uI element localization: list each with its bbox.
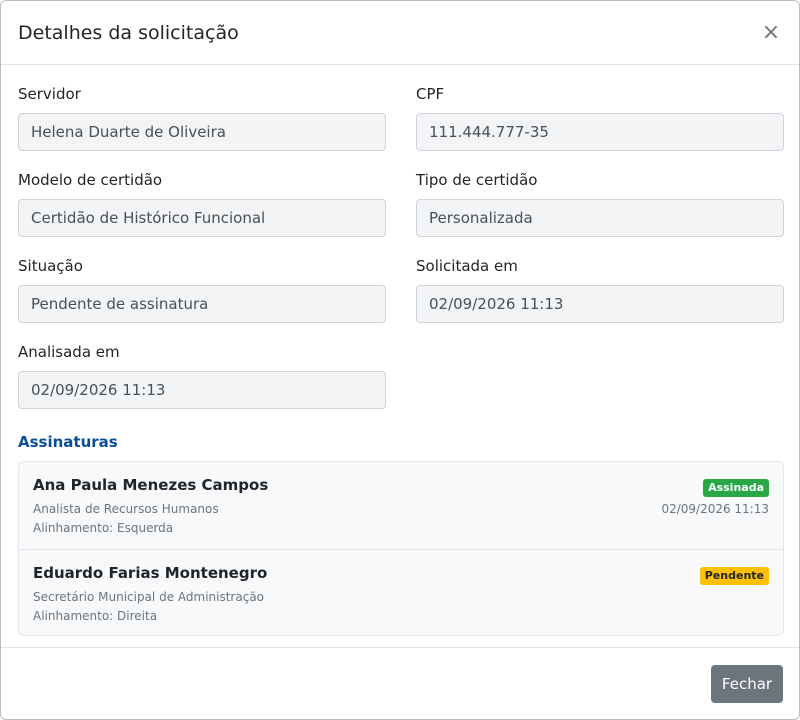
signatures-heading: Assinaturas: [18, 433, 118, 451]
status-badge: Assinada: [703, 479, 769, 497]
signer-name: Eduardo Farias Montenegro: [33, 564, 268, 582]
analisada-field[interactable]: [18, 371, 386, 409]
signatures-list: Ana Paula Menezes Campos Analista de Rec…: [18, 461, 784, 636]
modelo-label: Modelo de certidão: [18, 171, 163, 189]
analisada-label: Analisada em: [18, 343, 120, 361]
signer-name: Ana Paula Menezes Campos: [33, 476, 269, 494]
signature-item: Eduardo Farias Montenegro Secretário Mun…: [19, 549, 783, 635]
request-details-modal: Detalhes da solicitação × Servidor CPF M…: [0, 0, 800, 720]
cpf-label: CPF: [416, 85, 445, 103]
modal-body: Servidor CPF Modelo de certidão Tipo de …: [1, 65, 799, 636]
modal-header: Detalhes da solicitação ×: [1, 1, 799, 65]
modal-title: Detalhes da solicitação: [18, 21, 239, 44]
servidor-label: Servidor: [18, 85, 81, 103]
signer-alignment: Alinhamento: Direita: [33, 609, 158, 623]
close-icon[interactable]: ×: [759, 21, 783, 45]
solicitada-label: Solicitada em: [416, 257, 518, 275]
signature-item: Ana Paula Menezes Campos Analista de Rec…: [19, 462, 783, 549]
signer-role: Secretário Municipal de Administração: [33, 590, 265, 604]
signer-role: Analista de Recursos Humanos: [33, 502, 219, 516]
servidor-field[interactable]: [18, 113, 386, 151]
solicitada-field[interactable]: [416, 285, 784, 323]
tipo-field[interactable]: [416, 199, 784, 237]
modelo-field[interactable]: [18, 199, 386, 237]
close-button[interactable]: Fechar: [711, 665, 783, 703]
signer-alignment: Alinhamento: Esquerda: [33, 521, 174, 535]
modal-footer: Fechar: [1, 647, 799, 719]
status-badge: Pendente: [699, 567, 769, 585]
cpf-field[interactable]: [416, 113, 784, 151]
situacao-label: Situação: [18, 257, 83, 275]
tipo-label: Tipo de certidão: [416, 171, 538, 189]
situacao-field[interactable]: [18, 285, 386, 323]
signed-date: 02/09/2026 11:13: [661, 502, 769, 516]
